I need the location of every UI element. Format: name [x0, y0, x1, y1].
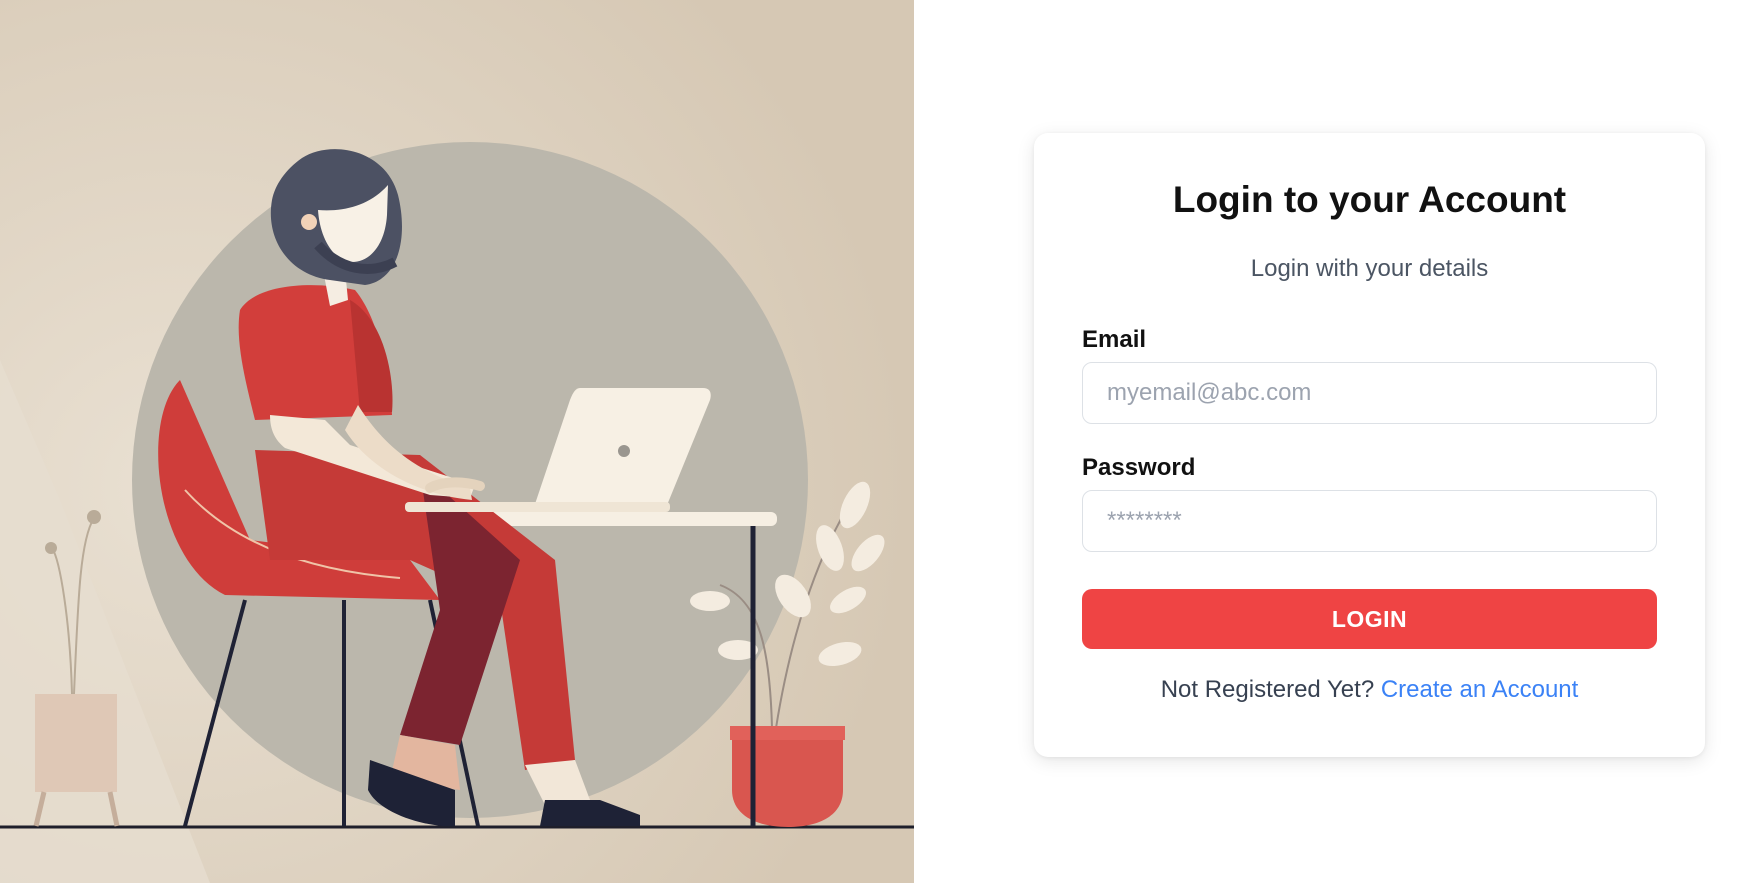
email-input[interactable] — [1082, 362, 1657, 424]
password-input[interactable] — [1082, 490, 1657, 552]
register-prompt-text: Not Registered Yet? — [1160, 676, 1375, 703]
login-card: Login to your Account Login with your de… — [1034, 133, 1705, 757]
password-label: Password — [1082, 454, 1196, 481]
woman-at-laptop-illustration — [0, 0, 914, 883]
page-subtitle: Login with your details — [1250, 255, 1489, 282]
create-account-link[interactable]: Create an Account — [1381, 676, 1578, 703]
login-button[interactable]: LOGIN — [1082, 589, 1657, 649]
page-title: Login to your Account — [1172, 179, 1567, 220]
hero-illustration — [0, 0, 914, 883]
register-prompt-line: Not Registered Yet? Create an Account — [1034, 675, 1705, 705]
email-label: Email — [1082, 326, 1147, 353]
